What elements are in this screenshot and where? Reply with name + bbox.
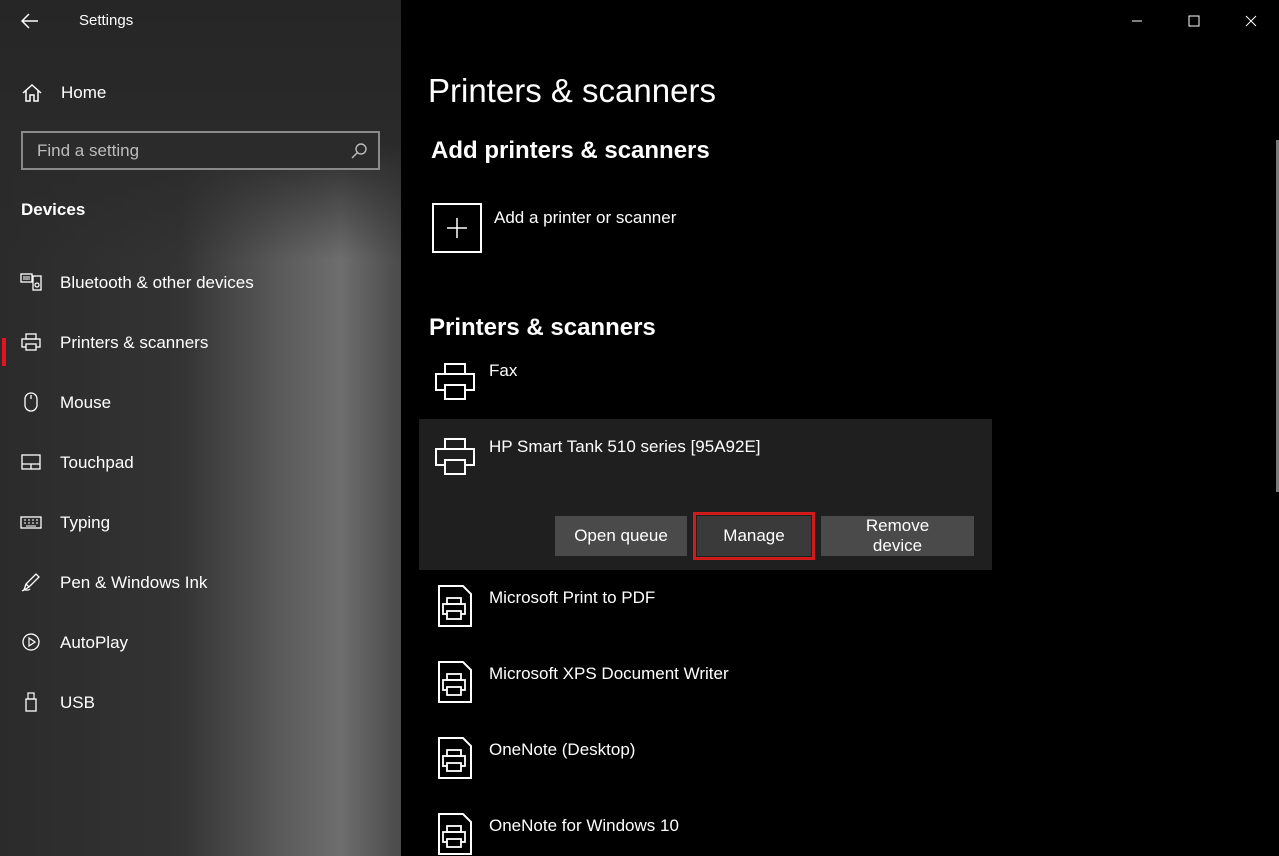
sidebar-item-printers[interactable]: Printers & scanners (0, 322, 401, 382)
sidebar-item-label: Pen & Windows Ink (60, 573, 208, 592)
autoplay-icon (22, 633, 40, 651)
section-heading: Devices (21, 200, 86, 219)
sidebar-nav: Bluetooth & other devices Printers & sca… (0, 262, 401, 742)
main-content: Printers & scanners Add printers & scann… (401, 0, 1279, 856)
document-printer-icon (438, 585, 472, 627)
device-print-to-pdf[interactable]: Microsoft Print to PDF (419, 576, 992, 646)
printer-icon (21, 333, 41, 351)
document-printer-icon (438, 661, 472, 703)
app-title: Settings (79, 12, 134, 29)
sidebar-item-bluetooth[interactable]: Bluetooth & other devices (0, 262, 401, 322)
back-button[interactable] (14, 8, 46, 34)
device-name: Microsoft XPS Document Writer (489, 664, 729, 683)
printer-icon (435, 438, 475, 475)
home-nav-item[interactable]: Home (0, 76, 401, 110)
sidebar-item-mouse[interactable]: Mouse (0, 382, 401, 442)
device-onenote-desktop[interactable]: OneNote (Desktop) (419, 728, 992, 798)
maximize-button[interactable] (1165, 0, 1222, 42)
selection-indicator (2, 338, 6, 366)
sidebar-item-touchpad[interactable]: Touchpad (0, 442, 401, 502)
plus-icon (447, 218, 467, 238)
sidebar-item-label: Mouse (60, 393, 112, 412)
search-input[interactable] (23, 140, 343, 161)
title-bar: Settings (0, 0, 401, 42)
keyboard-icon (20, 516, 42, 529)
touchpad-icon (21, 454, 41, 470)
close-button[interactable] (1222, 0, 1279, 42)
document-printer-icon (438, 813, 472, 855)
printer-icon (435, 363, 475, 400)
sidebar-item-autoplay[interactable]: AutoPlay (0, 622, 401, 682)
device-onenote-win10[interactable]: OneNote for Windows 10 (419, 804, 992, 856)
add-printer-button[interactable] (432, 203, 482, 253)
sidebar-item-pen[interactable]: Pen & Windows Ink (0, 562, 401, 622)
document-printer-icon (438, 737, 472, 779)
page-title: Printers & scanners (428, 72, 716, 109)
device-name: OneNote (Desktop) (489, 740, 636, 759)
device-name: Fax (489, 361, 518, 380)
close-icon (1245, 15, 1256, 27)
device-fax[interactable]: Fax (419, 352, 992, 418)
home-icon (22, 83, 42, 102)
mouse-icon (24, 392, 38, 412)
sidebar: Settings Home Devices Bluetooth & other … (0, 0, 401, 856)
open-queue-button[interactable]: Open queue (555, 516, 687, 556)
minimize-icon (1131, 20, 1142, 22)
search-icon[interactable] (350, 142, 368, 160)
window-controls (1108, 0, 1279, 42)
sidebar-item-label: USB (60, 693, 95, 712)
search-box[interactable] (21, 131, 380, 170)
sidebar-item-usb[interactable]: USB (0, 682, 401, 742)
device-actions: Open queue Manage Remove device (555, 512, 974, 560)
usb-icon (25, 692, 37, 712)
remove-device-button[interactable]: Remove device (821, 516, 974, 556)
pen-icon (21, 573, 40, 592)
list-title: Printers & scanners (429, 314, 656, 341)
device-name: Microsoft Print to PDF (489, 588, 656, 607)
sidebar-item-label: Printers & scanners (60, 333, 209, 352)
device-name: HP Smart Tank 510 series [95A92E] (489, 437, 761, 456)
sidebar-item-label: Bluetooth & other devices (60, 273, 254, 292)
bluetooth-devices-icon (20, 273, 42, 291)
sidebar-item-label: AutoPlay (60, 633, 129, 652)
manage-button[interactable]: Manage (693, 512, 815, 560)
home-label: Home (61, 83, 107, 102)
sidebar-item-typing[interactable]: Typing (0, 502, 401, 562)
device-name: OneNote for Windows 10 (489, 816, 679, 835)
maximize-icon (1188, 15, 1199, 27)
back-arrow-icon (21, 13, 38, 29)
sidebar-item-label: Typing (60, 513, 111, 532)
add-printer-label[interactable]: Add a printer or scanner (494, 208, 676, 228)
sidebar-item-label: Touchpad (60, 453, 134, 472)
device-xps-writer[interactable]: Microsoft XPS Document Writer (419, 652, 992, 722)
add-section-title: Add printers & scanners (431, 137, 710, 164)
minimize-button[interactable] (1108, 0, 1165, 42)
device-hp-smart-tank[interactable]: HP Smart Tank 510 series [95A92E] Open q… (419, 419, 992, 570)
